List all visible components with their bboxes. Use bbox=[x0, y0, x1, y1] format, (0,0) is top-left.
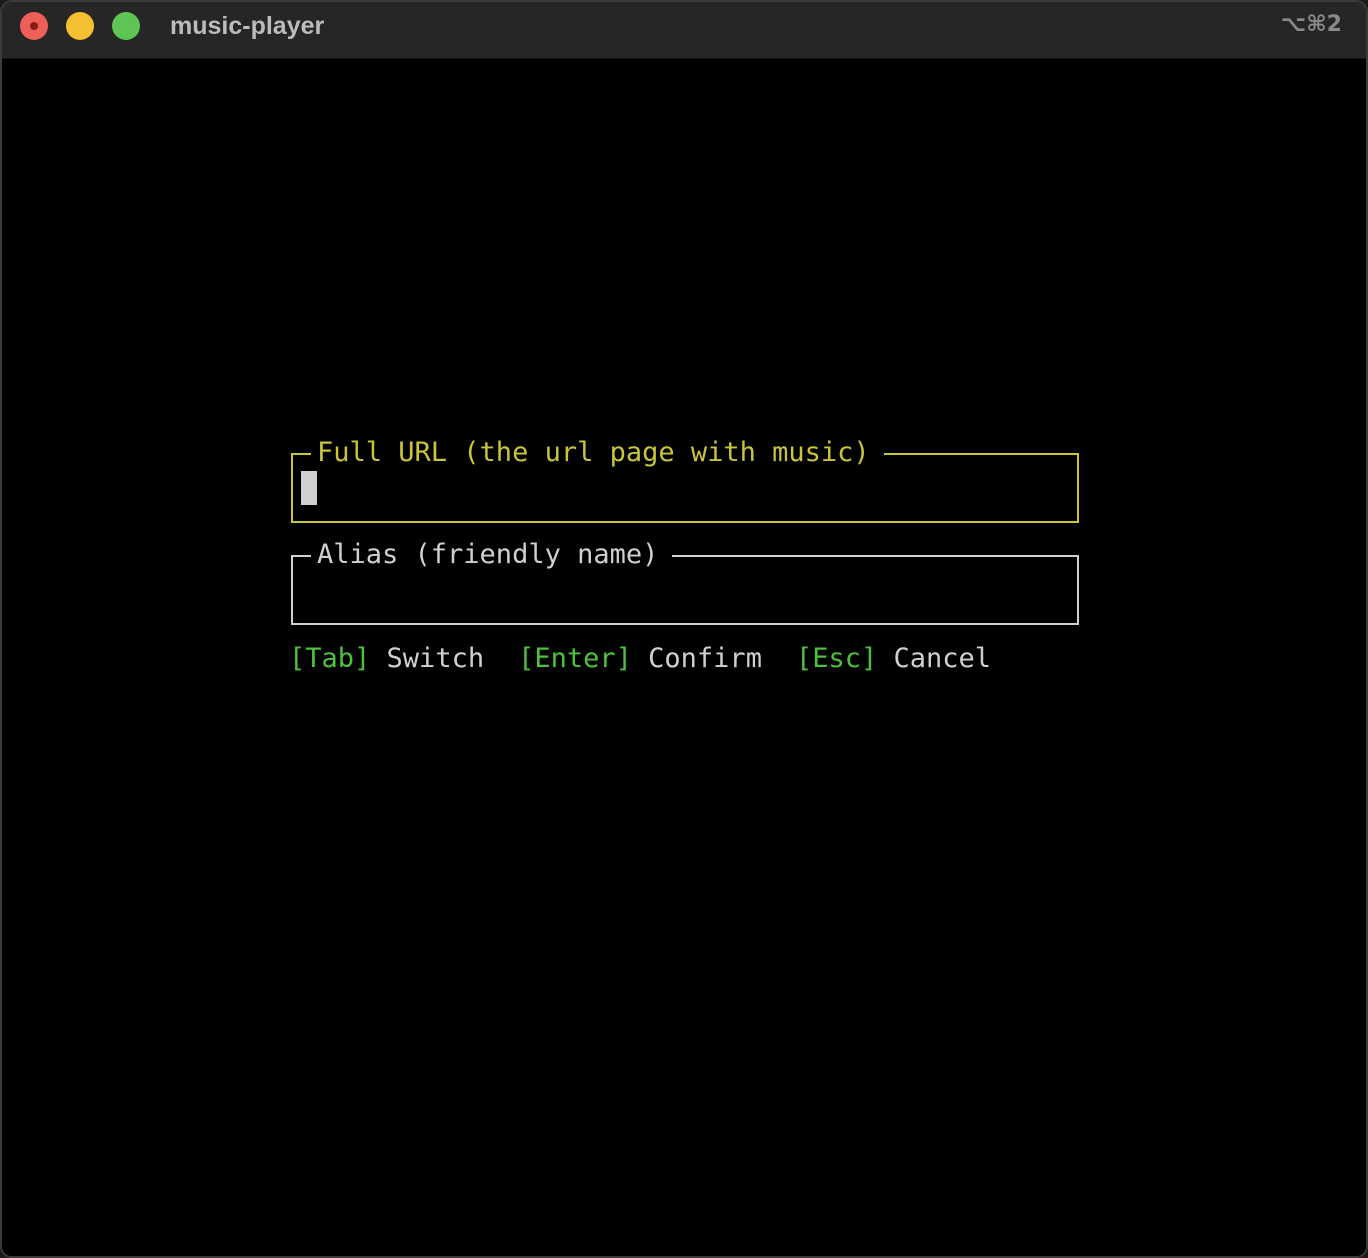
url-input-box[interactable]: Full URL (the url page with music) bbox=[291, 435, 1079, 523]
hint-key-tab: [Tab] bbox=[289, 643, 371, 674]
close-window-button[interactable] bbox=[20, 12, 48, 40]
hint-key-esc: [Esc] bbox=[795, 643, 878, 674]
alias-input-box[interactable]: Alias (friendly name) bbox=[291, 537, 1079, 625]
url-field-label: Full URL (the url page with music) bbox=[311, 435, 884, 471]
hint-action-cancel: Cancel bbox=[893, 643, 992, 674]
box-corner bbox=[291, 453, 301, 465]
terminal-content: Full URL (the url page with music) Alias… bbox=[2, 59, 1366, 1256]
alias-field-label: Alias (friendly name) bbox=[311, 537, 673, 573]
maximize-window-button[interactable] bbox=[112, 12, 140, 40]
close-icon bbox=[30, 22, 38, 30]
window-shortcut: ⌥⌘2 bbox=[1280, 12, 1342, 37]
minimize-window-button[interactable] bbox=[66, 12, 94, 40]
key-hints-bar: [Tab] Switch [Enter] Confirm [Esc] Cancel bbox=[289, 641, 991, 677]
terminal-window: music-player ⌥⌘2 Full URL (the url page … bbox=[0, 0, 1368, 1258]
title-bar[interactable]: music-player ⌥⌘2 bbox=[2, 2, 1366, 59]
hint-action-confirm: Confirm bbox=[648, 643, 762, 674]
hint-action-switch: Switch bbox=[386, 643, 485, 674]
window-title: music-player bbox=[170, 12, 325, 40]
box-corner bbox=[291, 555, 301, 567]
text-cursor bbox=[301, 471, 317, 505]
hint-key-enter: [Enter] bbox=[518, 643, 632, 674]
